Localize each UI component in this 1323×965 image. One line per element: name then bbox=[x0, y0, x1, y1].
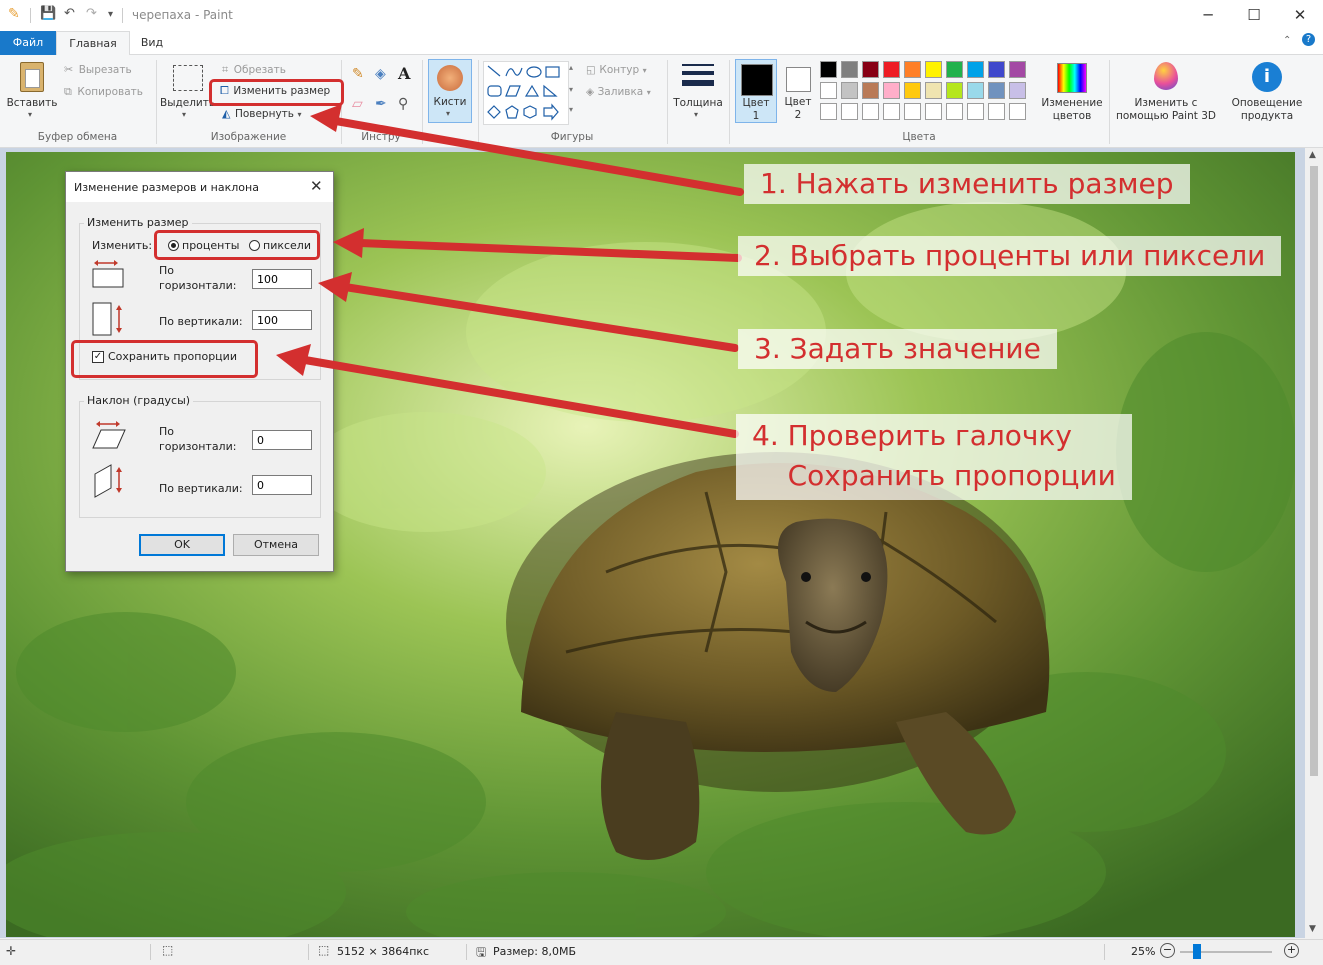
cursor-position-icon: ✛ bbox=[6, 944, 17, 958]
callout-step4-line2: Сохранить пропорции bbox=[752, 459, 1116, 492]
status-bar: ✛ ⬚ ⬚ 5152 × 3864пкс 🖫 Размер: 8,0МБ 25%… bbox=[0, 939, 1323, 965]
file-size: Размер: 8,0МБ bbox=[493, 945, 577, 958]
image-dimensions: 5152 × 3864пкс bbox=[337, 945, 430, 958]
divider bbox=[1104, 944, 1105, 960]
zoom-in-icon[interactable]: + bbox=[1284, 943, 1299, 958]
zoom-level: 25% bbox=[1131, 945, 1156, 958]
callout-step4-line1: 4. Проверить галочку bbox=[752, 419, 1072, 452]
divider bbox=[150, 944, 151, 960]
zoom-slider-thumb[interactable] bbox=[1193, 944, 1201, 959]
callout-step1: 1. Нажать изменить размер bbox=[744, 164, 1190, 204]
zoom-out-icon[interactable]: − bbox=[1160, 943, 1175, 958]
image-size-icon: ⬚ bbox=[318, 943, 330, 957]
selection-size-icon: ⬚ bbox=[162, 943, 174, 957]
disk-icon: 🖫 bbox=[476, 945, 487, 959]
callout-step3: 3. Задать значение bbox=[738, 329, 1057, 369]
divider bbox=[466, 944, 467, 960]
divider bbox=[308, 944, 309, 960]
callout-step4: 4. Проверить галочку Сохранить пропорции bbox=[736, 414, 1132, 500]
callout-step2: 2. Выбрать проценты или пиксели bbox=[738, 236, 1282, 276]
